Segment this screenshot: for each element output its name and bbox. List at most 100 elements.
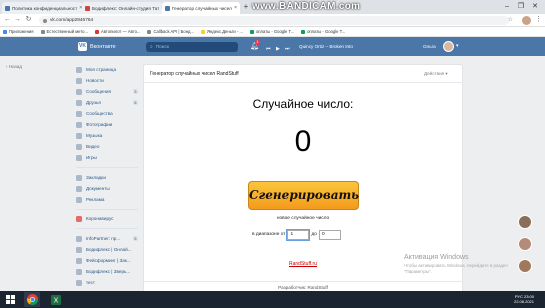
yandex-icon — [200, 29, 205, 34]
bookmark-item[interactable]: Яндекс.Деньги - ... — [200, 29, 243, 34]
bookmark-item[interactable]: Приложения — [3, 29, 34, 34]
sidebar-item-ads[interactable]: Реклама — [76, 194, 138, 205]
star-icon — [76, 174, 82, 181]
sidebar-item-app[interactable]: Бодифлекс | Онлай... — [76, 244, 138, 255]
sheets-icon — [249, 29, 254, 34]
bookmark-item[interactable]: Естественный мето... — [40, 29, 88, 34]
profile-avatar[interactable] — [522, 16, 531, 25]
sidebar-divider — [76, 209, 138, 210]
chat-avatar[interactable] — [518, 237, 532, 251]
page-icon — [147, 29, 152, 34]
chrome-taskbar-icon[interactable] — [24, 292, 40, 307]
camera-icon — [76, 121, 82, 128]
count-badge: 6 — [132, 100, 138, 105]
back-link[interactable]: ‹ Назад — [6, 64, 22, 69]
minimize-icon[interactable]: – — [500, 1, 514, 12]
sidebar-item-friends[interactable]: Друзья 6 — [76, 97, 138, 108]
chat-avatar[interactable] — [518, 215, 532, 229]
sidebar-item-label: Игры — [86, 155, 97, 160]
maximize-icon[interactable]: ❐ — [514, 1, 528, 12]
sidebar-item-communities[interactable]: Сообщества — [76, 108, 138, 119]
sidebar-item-label: Новости — [86, 78, 104, 83]
range-prefix: в диапазоне от — [252, 232, 286, 237]
actions-menu[interactable]: Действия ▾ — [424, 71, 448, 77]
page-icon — [94, 29, 99, 34]
browser-tab[interactable]: Бодифлекс: Онлайн-студия Тат × — [82, 2, 162, 14]
sidebar-item-app[interactable]: InfoPartner: пр... 5 — [76, 233, 138, 244]
prev-track-icon[interactable]: ⏮ — [266, 45, 271, 53]
sidebar-item-photos[interactable]: Фотографии — [76, 119, 138, 130]
bookmark-item[interactable]: оплаты - Google T... — [249, 29, 295, 34]
bookmark-star-icon[interactable]: ☆ — [508, 16, 513, 23]
bookmark-item[interactable]: оплаты - Google T... — [301, 29, 345, 34]
tab-title: Политика конфиденциальност — [12, 5, 78, 11]
sidebar-item-my-page[interactable]: Моя страница — [76, 64, 138, 75]
search-input[interactable]: ⌕ Поиск — [146, 42, 238, 52]
sidebar-item-news[interactable]: Новости — [76, 75, 138, 86]
bookmark-label: оплаты - Google T... — [255, 29, 295, 34]
vk-brand-name[interactable]: Вконтакте — [90, 43, 116, 51]
chevron-down-icon: ▾ — [445, 71, 448, 76]
tab-title: Генератор случайных чисел — [172, 5, 232, 11]
sidebar-item-label: Сообщества — [86, 111, 113, 116]
developer-credit[interactable]: Разработчик: RandStuff — [143, 285, 463, 290]
bookmark-item[interactable]: Автопилот — Авто... — [94, 29, 141, 34]
windows-start-icon[interactable] — [2, 292, 18, 307]
sidebar-item-documents[interactable]: Документы — [76, 183, 138, 194]
close-icon[interactable]: × — [234, 5, 237, 11]
search-placeholder: Поиск — [155, 44, 169, 50]
menu-icon[interactable]: ⋮ — [535, 15, 542, 23]
title-divider — [143, 82, 463, 83]
browser-tab-active[interactable]: Генератор случайных чисел × — [162, 2, 240, 14]
count-badge: 5 — [132, 236, 138, 241]
sidebar-item-messages[interactable]: Сообщения 3 — [76, 86, 138, 97]
sidebar-item-bookmarks[interactable]: Закладки — [76, 172, 138, 183]
search-icon: ⌕ — [150, 45, 153, 50]
sidebar-item-games[interactable]: Игры — [76, 152, 138, 163]
bookmark-label: Callback API | Бонд... — [153, 29, 194, 34]
sidebar-item-label: Видео — [86, 144, 100, 149]
close-window-icon[interactable]: ✕ — [528, 1, 542, 12]
new-number-label: новое случайное число — [276, 216, 330, 221]
sidebar-item-app[interactable]: Фейсформинг | Зак... — [76, 255, 138, 266]
sidebar-item-app[interactable]: тест — [76, 277, 138, 288]
avatar[interactable] — [443, 41, 454, 52]
random-number-value: 0 — [294, 125, 312, 158]
back-icon[interactable]: ← — [3, 15, 12, 25]
chevron-down-icon[interactable]: ▾ — [456, 43, 459, 49]
now-playing[interactable]: Quincy Ortiz – Broken Into — [299, 44, 353, 49]
friends-icon — [76, 99, 82, 106]
sidebar-item-label: Бодифлекс | Онлай... — [86, 247, 132, 252]
sidebar-item-coronavirus[interactable]: Коронавирус — [76, 213, 138, 224]
forward-icon[interactable]: → — [13, 15, 22, 25]
communities-icon — [76, 110, 82, 117]
reload-icon[interactable]: ↻ — [24, 15, 33, 25]
url-field[interactable]: vk.com/app2846764 — [39, 16, 509, 25]
sidebar-item-label: Сообщения — [86, 89, 111, 94]
sidebar-item-music[interactable]: Музыка — [76, 130, 138, 141]
play-icon[interactable]: ▶ — [276, 45, 280, 53]
bookmark-label: Автопилот — Авто... — [100, 29, 141, 34]
next-track-icon[interactable]: ⏭ — [285, 45, 290, 53]
bookmark-item[interactable]: Callback API | Бонд... — [147, 29, 194, 34]
system-tray[interactable]: РУС 23:00 22.08.2021 — [478, 294, 534, 304]
activation-title: Активация Windows — [404, 254, 469, 261]
sidebar-item-label: Друзья — [86, 100, 101, 105]
generate-button[interactable]: Сгенерировать — [248, 181, 359, 210]
message-icon — [76, 88, 82, 95]
range-to-input[interactable]: 0 — [318, 229, 341, 240]
browser-tab[interactable]: Политика конфиденциальност × — [2, 2, 82, 14]
range-to-label: до — [311, 232, 317, 237]
excel-taskbar-icon[interactable]: X — [48, 292, 64, 307]
vk-logo[interactable]: VK — [78, 42, 87, 51]
user-name[interactable]: Ольга — [423, 44, 436, 49]
range-from-input[interactable]: 1 — [286, 228, 311, 241]
ads-icon — [76, 196, 82, 203]
vk-favicon-icon — [5, 5, 10, 11]
new-tab-button[interactable]: + — [241, 2, 251, 12]
sidebar-item-app[interactable]: Бодифлекс | Зверь... — [76, 266, 138, 277]
sidebar-item-video[interactable]: Видео — [76, 141, 138, 152]
sidebar-item-label: Фотографии — [86, 122, 113, 127]
sidebar-item-label: Коронавирус — [86, 216, 114, 221]
sidebar-item-label: Закладки — [86, 175, 106, 180]
